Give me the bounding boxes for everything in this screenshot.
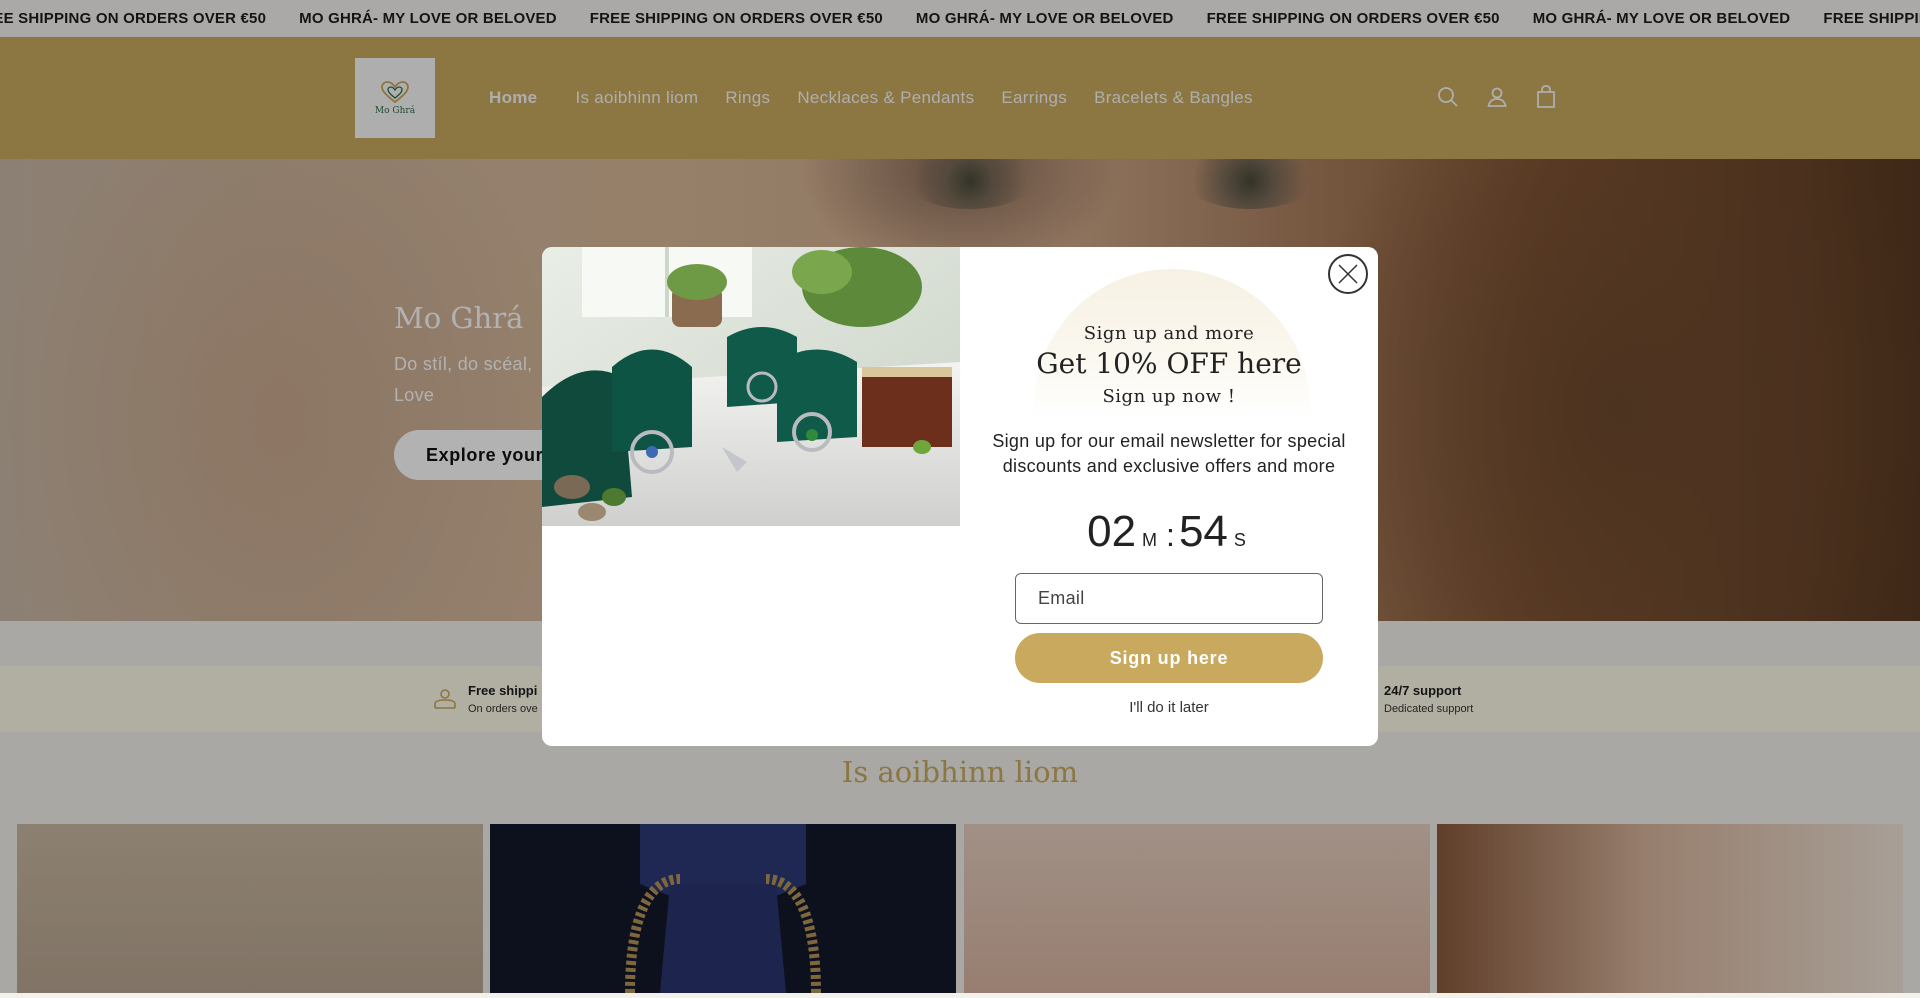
timer-separator: : — [1166, 517, 1175, 553]
countdown-timer: 02 M : 54 S — [960, 507, 1378, 557]
close-icon[interactable] — [1328, 254, 1368, 294]
popup-headline: Get 10% OFF here — [1036, 347, 1302, 380]
popup-body: Sign up for our email newsletter for spe… — [992, 431, 1346, 476]
timer-seconds-unit: S — [1233, 530, 1246, 550]
timer-minutes: 02 — [1087, 507, 1137, 556]
popup-content: Sign up and more Get 10% OFF here Sign u… — [960, 247, 1378, 746]
popup-kicker: Sign up and more — [1083, 323, 1255, 344]
email-field[interactable] — [1015, 573, 1323, 624]
newsletter-popup: Sign up and more Get 10% OFF here Sign u… — [542, 247, 1378, 746]
signup-button[interactable]: Sign up here — [1015, 633, 1323, 683]
timer-seconds: 54 — [1178, 507, 1228, 556]
dismiss-link[interactable]: I'll do it later — [960, 699, 1378, 716]
timer-minutes-unit: M — [1142, 530, 1158, 550]
popup-subheading: Sign up now ! — [1102, 386, 1236, 407]
jewelry-photo — [542, 247, 960, 526]
popup-image — [542, 247, 960, 526]
